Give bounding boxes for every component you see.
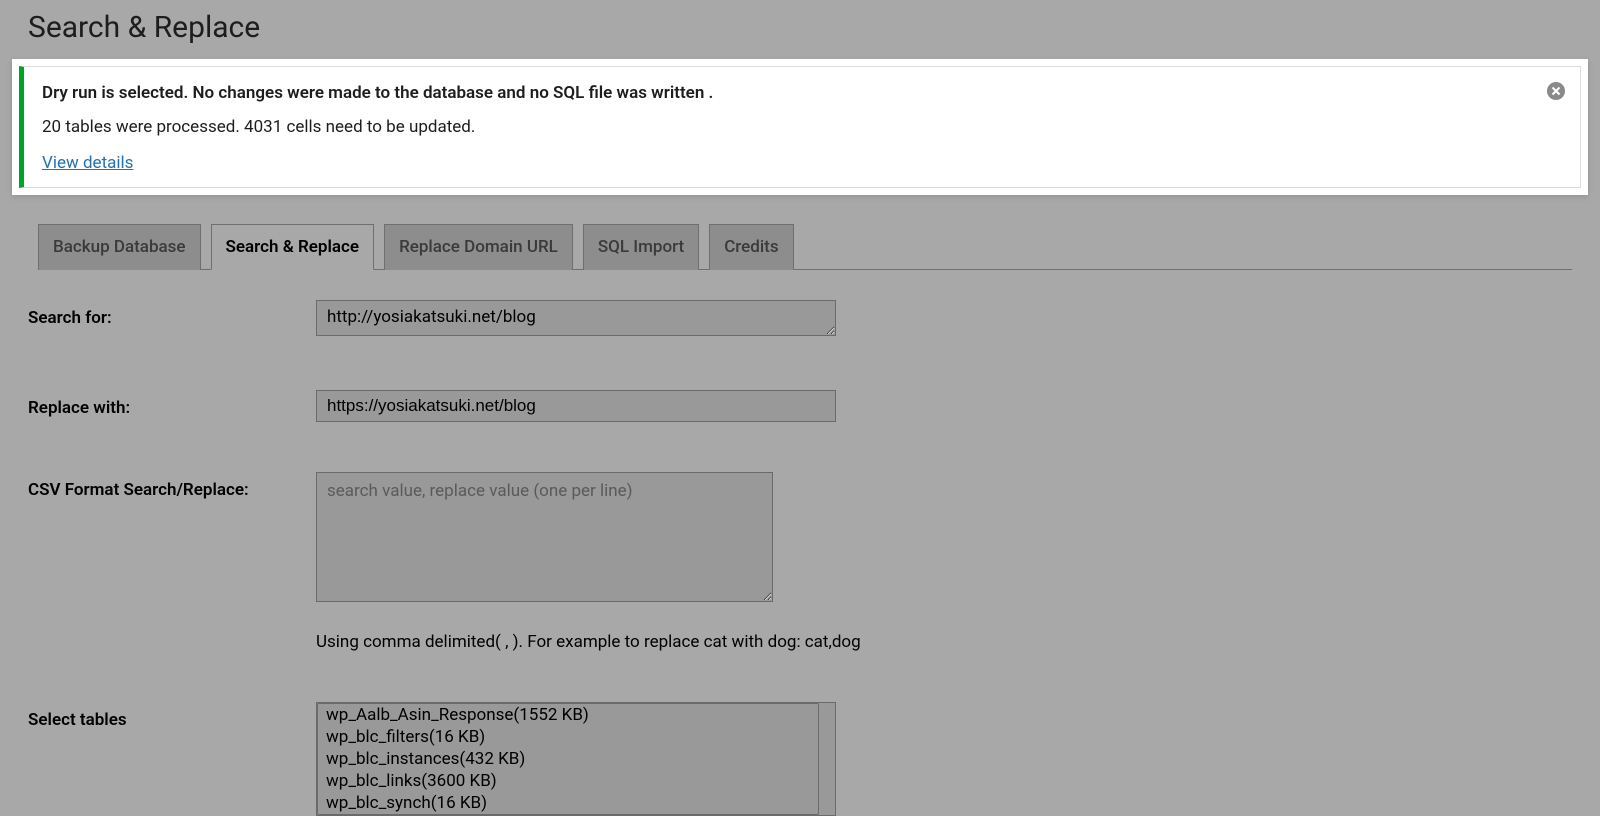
row-search-for: Search for: http://yosiakatsuki.net/blog — [28, 300, 1572, 340]
form: Search for: http://yosiakatsuki.net/blog… — [28, 270, 1572, 816]
table-option[interactable]: wp_Aalb_Asin_Response(1552 KB) — [318, 704, 818, 726]
table-option[interactable]: wp_blc_filters(16 KB) — [318, 726, 818, 748]
tab-replace-domain-url[interactable]: Replace Domain URL — [384, 224, 573, 270]
view-details-link[interactable]: View details — [42, 153, 133, 173]
page-title: Search & Replace — [28, 10, 1600, 45]
tabs: Backup Database Search & Replace Replace… — [38, 223, 1572, 270]
notice-highlight: Dry run is selected. No changes were mad… — [12, 59, 1588, 195]
search-for-label: Search for: — [28, 300, 316, 328]
tab-search-replace[interactable]: Search & Replace — [211, 224, 375, 270]
replace-with-input[interactable] — [316, 390, 836, 422]
notice-summary: 20 tables were processed. 4031 cells nee… — [42, 117, 1562, 137]
search-for-input[interactable]: http://yosiakatsuki.net/blog — [316, 300, 836, 336]
csv-label: CSV Format Search/Replace: — [28, 472, 316, 500]
tab-sql-import[interactable]: SQL Import — [583, 224, 699, 270]
notice-title: Dry run is selected. No changes were mad… — [42, 83, 1562, 103]
tab-credits[interactable]: Credits — [709, 224, 793, 270]
tab-backup-database[interactable]: Backup Database — [38, 224, 201, 270]
csv-input[interactable] — [316, 472, 773, 602]
table-option[interactable]: wp_blc_instances(432 KB) — [318, 748, 818, 770]
row-replace-with: Replace with: — [28, 390, 1572, 422]
csv-help-text: Using comma delimited( , ). For example … — [316, 632, 1572, 652]
main-content: Backup Database Search & Replace Replace… — [0, 223, 1600, 816]
replace-with-label: Replace with: — [28, 390, 316, 418]
select-tables-label: Select tables — [28, 702, 316, 730]
select-tables-input[interactable]: wp_Aalb_Asin_Response(1552 KB) wp_blc_fi… — [317, 703, 819, 815]
row-csv: CSV Format Search/Replace: Using comma d… — [28, 472, 1572, 652]
close-icon[interactable] — [1546, 81, 1566, 101]
row-select-tables: Select tables wp_Aalb_Asin_Response(1552… — [28, 702, 1572, 816]
notice: Dry run is selected. No changes were mad… — [19, 66, 1581, 188]
table-option[interactable]: wp_blc_links(3600 KB) — [318, 770, 818, 792]
table-option[interactable]: wp_blc_synch(16 KB) — [318, 792, 818, 814]
